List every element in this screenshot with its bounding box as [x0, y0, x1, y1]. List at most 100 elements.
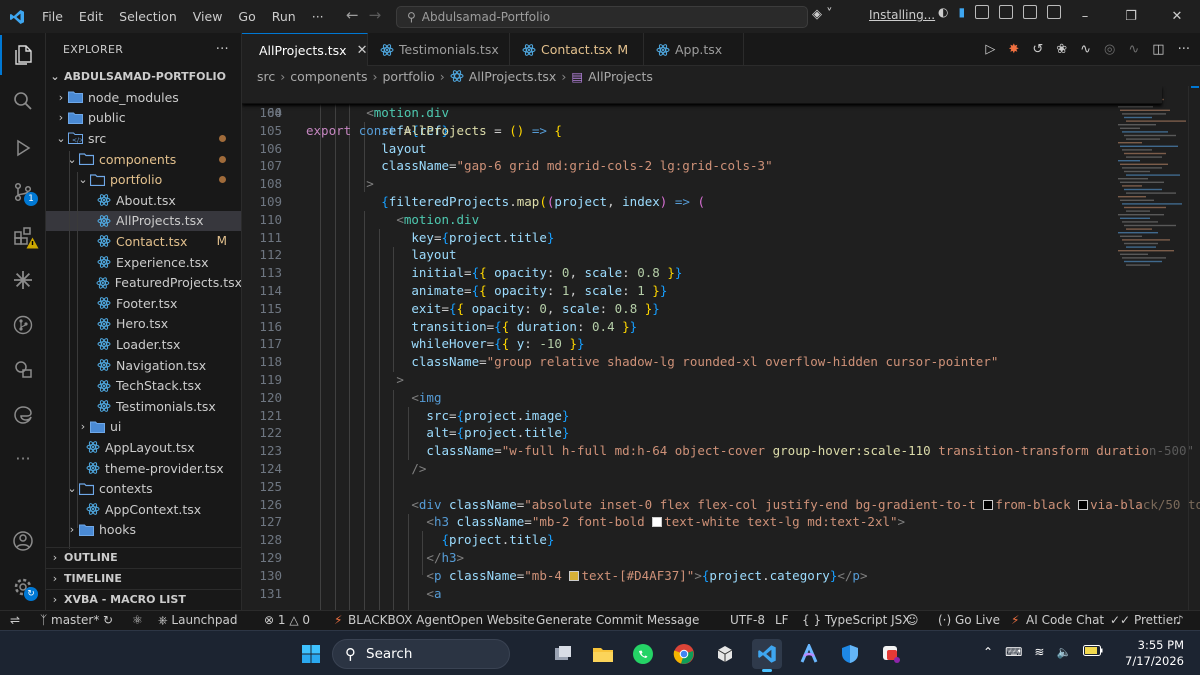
tree-folder[interactable]: › public — [46, 108, 241, 129]
tree-file[interactable]: Footer.tsx — [46, 293, 241, 314]
prettier-item[interactable]: ✓✓ Prettier — [1110, 613, 1178, 627]
menu-selection[interactable]: Selection — [111, 0, 185, 33]
system-clock[interactable]: 3:55 PM 7/17/2026 — [1125, 637, 1184, 669]
run-file-icon[interactable]: ▷ — [985, 42, 995, 57]
chevron-up-icon[interactable]: ⌃ — [983, 645, 993, 659]
workspace-root[interactable]: ⌄ ABDULSAMAD-PORTFOLIO — [46, 66, 241, 87]
back-arrow-icon[interactable]: ← — [346, 6, 359, 24]
code-line[interactable]: 131 <a — [242, 585, 1162, 603]
code-line[interactable]: 123 className="w-full h-full md:h-64 obj… — [242, 442, 1194, 460]
minimize-icon[interactable]: – — [1062, 9, 1108, 24]
code-line[interactable]: 108 > — [242, 175, 1162, 193]
edge-tools-icon[interactable] — [0, 395, 46, 435]
code-line[interactable]: 119 > — [242, 371, 1162, 389]
code-line[interactable]: 114 animate={{ opacity: 1, scale: 1 }} — [242, 282, 1162, 300]
blackbox-icon[interactable] — [0, 260, 46, 300]
toggle-panel-icon[interactable] — [1023, 5, 1038, 19]
tree-file[interactable]: Navigation.tsx — [46, 355, 241, 376]
installing-status[interactable]: Installing... — [869, 8, 935, 22]
git-graph-status-icon[interactable]: ⚛ — [132, 613, 143, 627]
xvba-section[interactable]: › XVBA - MACRO LIST — [46, 589, 241, 609]
code-editor[interactable]: 60 export const AllProjects = () => { 10… — [242, 86, 1200, 610]
menu-edit[interactable]: Edit — [71, 0, 111, 33]
go-live-item[interactable]: (·) Go Live — [938, 613, 1000, 627]
wifi-icon[interactable]: ≋ — [1034, 645, 1044, 659]
breadcrumb-src[interactable]: src — [257, 69, 275, 84]
menu-run[interactable]: Run — [264, 0, 304, 33]
tab-allprojects[interactable]: AllProjects.tsx ✕ — [242, 33, 368, 66]
code-line[interactable]: 128 {project.title} — [242, 531, 1162, 549]
remote-explorer-icon[interactable] — [0, 349, 46, 389]
generate-commit-item[interactable]: Generate Commit Message — [536, 613, 699, 627]
tree-file[interactable]: Loader.tsx — [46, 334, 241, 355]
editor-scrollbar[interactable] — [1188, 86, 1200, 610]
notifications-bell-icon[interactable]: ♪ — [1176, 613, 1184, 627]
code-line[interactable]: 113 initial={{ opacity: 0, scale: 0.8 }} — [242, 264, 1162, 282]
tab-app[interactable]: App.tsx — [644, 33, 744, 66]
snipping-tool-icon[interactable] — [876, 639, 906, 669]
code-line[interactable]: 126 <div className="absolute inset-0 fle… — [242, 496, 1200, 514]
more-views-icon[interactable]: ··· — [0, 438, 46, 478]
tree-file[interactable]: Experience.tsx — [46, 252, 241, 273]
tree-file[interactable]: AllProjects.tsx — [46, 210, 241, 232]
code-line[interactable]: 121 src={project.image} — [242, 407, 1162, 425]
copilot-icon[interactable]: ◈ ˅ — [812, 7, 833, 22]
code-line[interactable]: 127 <h3 className="mb-2 font-bold text-w… — [242, 513, 1162, 531]
code-line[interactable]: 115 exit={{ opacity: 0, scale: 0.8 }} — [242, 300, 1162, 318]
run-debug-icon[interactable] — [0, 128, 46, 168]
arc-browser-icon[interactable] — [794, 639, 824, 669]
tab-contact[interactable]: Contact.tsx M — [510, 33, 644, 66]
code-line[interactable]: 104 <motion.div — [242, 104, 1162, 122]
timeline-history-icon[interactable]: ↺ — [1032, 42, 1043, 57]
account-icon[interactable] — [0, 521, 46, 561]
code-line[interactable]: 112 layout — [242, 246, 1162, 264]
tree-folder[interactable]: ⌄ contexts — [46, 478, 241, 499]
language-mode-item[interactable]: { } TypeScript JSX — [802, 613, 910, 627]
explorer-icon[interactable] — [0, 35, 46, 75]
timeline-section[interactable]: › TIMELINE — [46, 568, 241, 588]
windows-start-icon[interactable] — [296, 639, 326, 669]
toggle-sidebar-icon[interactable] — [999, 5, 1014, 19]
code-line[interactable]: 109 {filteredProjects.map((project, inde… — [242, 193, 1162, 211]
forward-arrow-icon[interactable]: → — [369, 6, 382, 24]
keyboard-icon[interactable]: ⌨ — [1005, 645, 1022, 659]
code-line[interactable]: 120 <img — [242, 389, 1162, 407]
remote-icon[interactable]: ⇌ — [10, 613, 20, 627]
breadcrumb-symbol[interactable]: AllProjects — [588, 69, 653, 84]
split-editor-icon[interactable]: ◫ — [1152, 42, 1164, 57]
account-progress-icon[interactable]: ◐ — [938, 5, 948, 19]
code-line[interactable]: 110 <motion.div — [242, 211, 1162, 229]
command-center-search[interactable]: ⚲ Abdulsamad-Portfolio — [396, 6, 808, 28]
menu-file[interactable]: File — [34, 0, 71, 33]
tree-folder[interactable]: ⌄ </> src — [46, 128, 241, 149]
code-line[interactable]: 116 transition={{ duration: 0.4 }} — [242, 318, 1162, 336]
branch-indicator[interactable]: ᛉ master* — [40, 613, 99, 627]
tree-folder[interactable]: › node_modules — [46, 87, 241, 108]
code-line[interactable]: 124 /> — [242, 460, 1162, 478]
chrome-icon[interactable] — [669, 639, 699, 669]
close-window-icon[interactable]: ✕ — [1154, 9, 1200, 24]
blackbox-action-icon[interactable]: ✸ — [1008, 42, 1019, 57]
tree-file[interactable]: AppContext.tsx — [46, 499, 241, 520]
compare-changes-icon[interactable]: ∿ — [1080, 42, 1091, 57]
problems-indicator[interactable]: ⊗ 1 △ 0 — [264, 613, 310, 627]
menu-go[interactable]: Go — [230, 0, 263, 33]
code-line[interactable]: 122 alt={project.title} — [242, 424, 1162, 442]
minimap[interactable] — [1112, 86, 1188, 276]
volume-icon[interactable]: 🔈 — [1056, 645, 1071, 659]
outline-section[interactable]: › OUTLINE — [46, 547, 241, 567]
tree-folder[interactable]: › hooks — [46, 520, 241, 541]
file-explorer-icon[interactable] — [588, 639, 618, 669]
go-to-prev-change-icon[interactable]: ◎ — [1104, 42, 1115, 57]
taskbar-search[interactable]: ⚲ Search — [332, 639, 510, 669]
manage-gear-icon[interactable]: ↻ — [0, 567, 46, 607]
code-line[interactable]: 129 </h3> — [242, 549, 1162, 567]
whatsapp-icon[interactable] — [628, 639, 658, 669]
code-line[interactable]: 130 <p className="mb-4 text-[#D4AF37]">{… — [242, 567, 1162, 585]
open-website-item[interactable]: Open Website — [451, 613, 535, 627]
toggle-secondary-sidebar-icon[interactable] — [1047, 5, 1062, 19]
code-line[interactable]: 118 className="group relative shadow-lg … — [242, 353, 1162, 371]
encoding-item[interactable]: UTF-8 — [730, 613, 765, 627]
eol-item[interactable]: LF — [775, 613, 789, 627]
blackbox-status-icon[interactable]: ⚡ — [334, 613, 342, 627]
